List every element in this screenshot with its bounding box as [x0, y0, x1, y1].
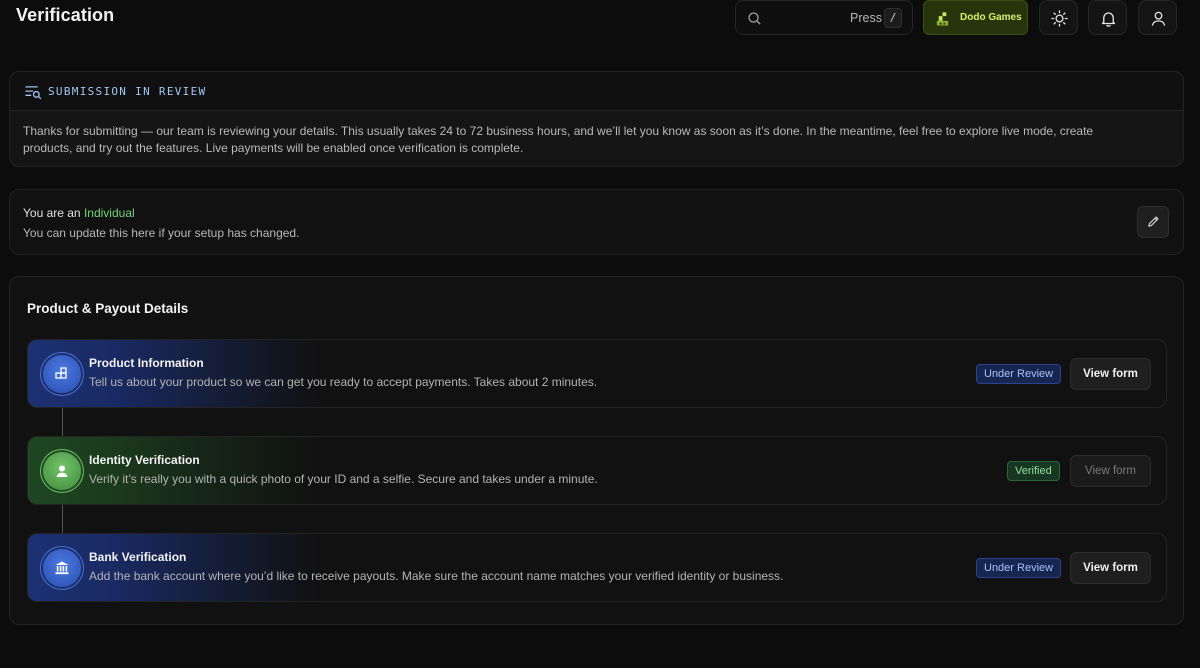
entity-type-value: Individual — [83, 206, 135, 220]
search-box[interactable]: Press / — [735, 0, 913, 35]
list-search-icon — [25, 86, 42, 100]
sun-icon — [1051, 10, 1068, 27]
step-title: Bank Verification — [89, 550, 187, 564]
entity-hint: You can update this here if your setup h… — [23, 226, 300, 240]
status-badge: Under Review — [976, 558, 1062, 578]
step-description: Tell us about your product so we can get… — [89, 375, 598, 389]
person-icon — [56, 465, 68, 477]
step-bank-verification: Bank Verification Add the bank account w… — [27, 533, 1167, 602]
entity-type-card: You are an Individual You can update thi… — [9, 189, 1184, 255]
status-badge: Verified — [1007, 461, 1060, 481]
view-form-button[interactable]: View form — [1070, 455, 1151, 487]
step-description: Add the bank account where you’d like to… — [89, 569, 784, 583]
business-switcher-button[interactable]: Dodo Games — [923, 0, 1028, 35]
step-title: Identity Verification — [89, 453, 200, 467]
edit-entity-button[interactable] — [1137, 206, 1169, 238]
top-bar: Verification Press / Dodo Games — [0, 0, 1200, 36]
user-icon — [1151, 11, 1166, 26]
business-name: Dodo Games — [960, 12, 1022, 23]
view-form-button[interactable]: View form — [1070, 552, 1151, 584]
step-badge — [43, 549, 81, 587]
search-shortcut-key: / — [884, 8, 902, 28]
step-title: Product Information — [89, 356, 204, 370]
bell-icon — [1101, 12, 1116, 27]
bank-icon — [55, 561, 69, 575]
step-badge — [43, 452, 81, 490]
notifications-button[interactable] — [1088, 0, 1127, 35]
notice-header: SUBMISSION IN REVIEW — [10, 72, 1183, 111]
page-title: Verification — [16, 5, 115, 25]
notice-body: Thanks for submitting — our team is revi… — [23, 124, 1094, 155]
product-icon — [55, 367, 67, 379]
step-connector — [62, 505, 63, 534]
search-hint: Press — [850, 11, 882, 25]
search-icon — [748, 12, 761, 25]
step-identity-verification: Identity Verification Verify it’s really… — [27, 436, 1167, 505]
profile-button[interactable] — [1138, 0, 1177, 35]
notice-title: SUBMISSION IN REVIEW — [48, 85, 207, 98]
status-badge: Under Review — [976, 364, 1062, 384]
theme-toggle-button[interactable] — [1039, 0, 1078, 35]
step-badge — [43, 355, 81, 393]
view-form-button[interactable]: View form — [1070, 358, 1151, 390]
step-connector — [62, 408, 63, 437]
step-description: Verify it’s really you with a quick phot… — [89, 472, 598, 486]
dodo-games-logo-icon — [936, 12, 949, 26]
product-payout-details: Product & Payout Details Product Informa… — [9, 276, 1184, 625]
submission-review-notice: SUBMISSION IN REVIEW Thanks for submitti… — [9, 71, 1184, 167]
pencil-icon — [1148, 216, 1159, 227]
entity-prefix: You are an — [23, 206, 81, 220]
step-product-information: Product Information Tell us about your p… — [27, 339, 1167, 408]
section-title: Product & Payout Details — [27, 301, 189, 316]
entity-type-line: You are an Individual — [23, 206, 135, 220]
